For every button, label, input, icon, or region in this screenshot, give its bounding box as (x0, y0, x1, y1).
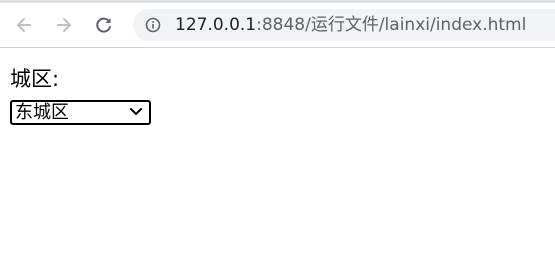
url-host: 127.0.0.1 (175, 15, 257, 35)
browser-toolbar: 127.0.0.1:8848/运行文件/lainxi/index.html (0, 3, 555, 48)
reload-button[interactable] (88, 9, 120, 41)
forward-button[interactable] (48, 9, 80, 41)
reload-icon (96, 17, 111, 33)
district-label: 城区: (10, 67, 60, 91)
page-content: 城区: 东城区 (10, 66, 151, 125)
district-select-value: 东城区 (15, 102, 69, 123)
chevron-down-icon (130, 108, 142, 115)
url-text[interactable]: 127.0.0.1:8848/运行文件/lainxi/index.html (175, 9, 526, 41)
district-select[interactable]: 东城区 (10, 100, 151, 125)
arrow-right-icon (57, 18, 71, 32)
url-path: :8848/运行文件/lainxi/index.html (256, 15, 527, 35)
address-bar[interactable]: 127.0.0.1:8848/运行文件/lainxi/index.html (133, 9, 555, 41)
arrow-left-icon (17, 18, 31, 32)
info-icon[interactable] (145, 17, 161, 33)
back-button[interactable] (8, 9, 40, 41)
